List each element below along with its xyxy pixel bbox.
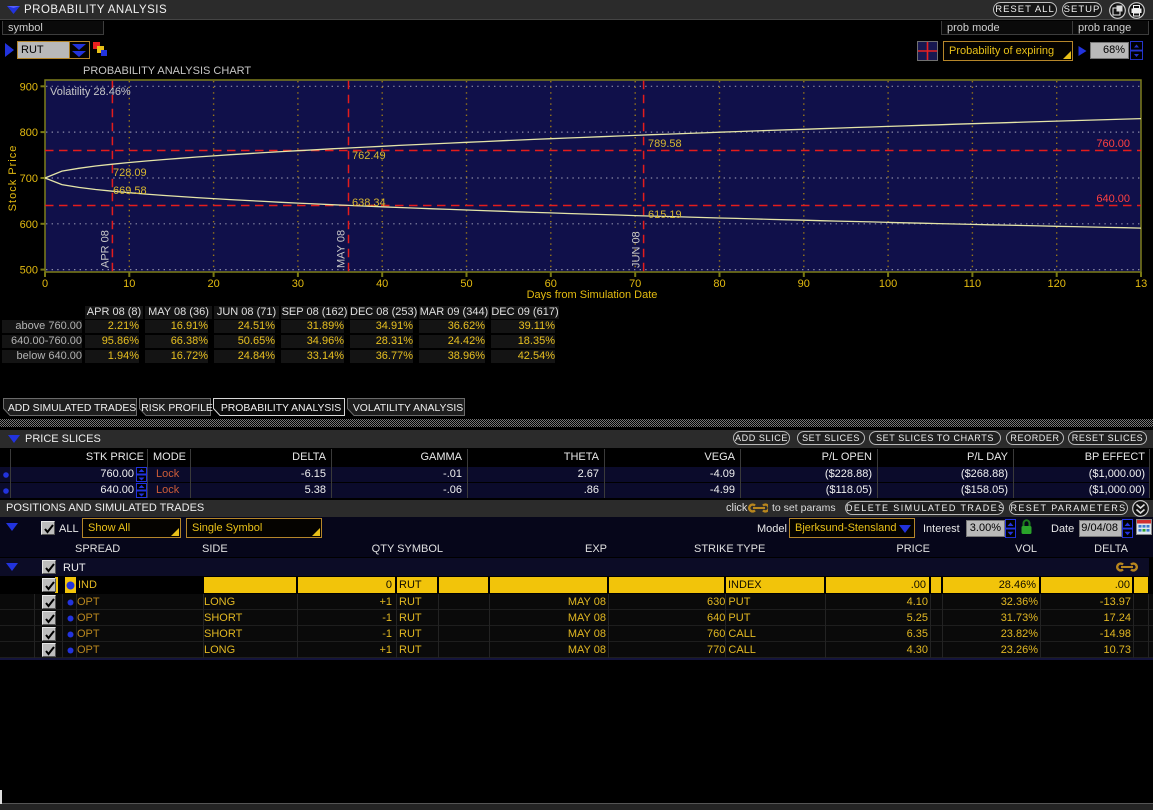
svg-text:638.34: 638.34 — [352, 197, 386, 209]
svg-text:762.49: 762.49 — [352, 150, 386, 162]
svg-text:40: 40 — [376, 278, 388, 290]
svg-text:640.00: 640.00 — [1096, 193, 1130, 205]
svg-text:APR 08: APR 08 — [99, 230, 111, 268]
svg-text:500: 500 — [20, 265, 38, 277]
svg-text:789.58: 789.58 — [648, 138, 682, 150]
svg-text:Volatility 28.46%: Volatility 28.46% — [50, 86, 131, 98]
svg-text:Days from Simulation Date: Days from Simulation Date — [527, 289, 658, 300]
svg-text:800: 800 — [20, 127, 38, 139]
svg-text:728.09: 728.09 — [113, 167, 147, 179]
svg-text:RISK PROFILE: RISK PROFILE — [141, 403, 213, 414]
svg-text:JUN 08: JUN 08 — [631, 231, 643, 268]
svg-text:PROBABILITY ANALYSIS: PROBABILITY ANALYSIS — [221, 403, 341, 414]
svg-text:ADD SIMULATED TRADES: ADD SIMULATED TRADES — [8, 403, 136, 414]
svg-text:100: 100 — [879, 278, 897, 290]
svg-text:669.58: 669.58 — [113, 185, 147, 197]
svg-text:50: 50 — [460, 278, 472, 290]
svg-text:MAY 08: MAY 08 — [336, 230, 348, 268]
svg-text:Stock Price: Stock Price — [7, 145, 19, 212]
svg-text:10: 10 — [123, 278, 135, 290]
svg-text:900: 900 — [20, 81, 38, 93]
svg-text:20: 20 — [207, 278, 219, 290]
svg-text:615.19: 615.19 — [648, 209, 682, 221]
svg-text:120: 120 — [1048, 278, 1066, 290]
svg-text:90: 90 — [798, 278, 810, 290]
svg-text:600: 600 — [20, 219, 38, 231]
svg-text:0: 0 — [42, 278, 48, 290]
svg-text:80: 80 — [713, 278, 725, 290]
svg-text:700: 700 — [20, 173, 38, 185]
svg-text:13: 13 — [1135, 278, 1147, 290]
svg-text:30: 30 — [292, 278, 304, 290]
svg-text:110: 110 — [964, 278, 982, 290]
svg-text:VOLATILITY ANALYSIS: VOLATILITY ANALYSIS — [353, 403, 463, 414]
svg-text:760.00: 760.00 — [1096, 138, 1130, 150]
